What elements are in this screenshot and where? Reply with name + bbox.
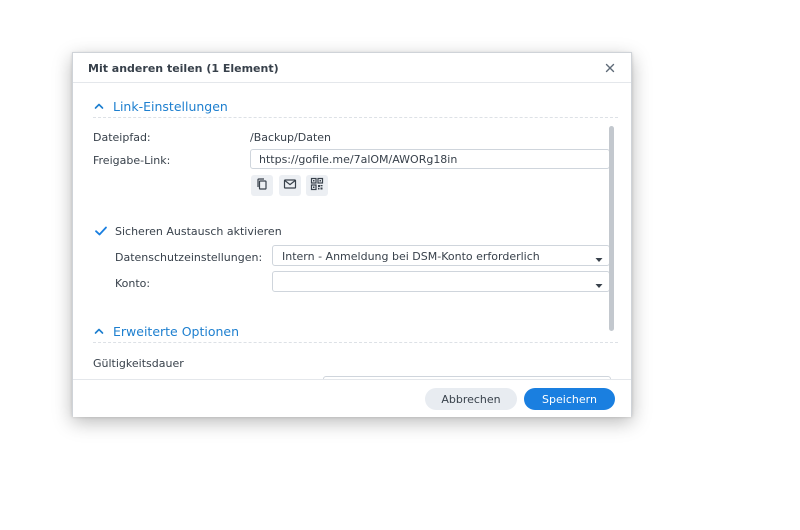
dialog-footer: Abbrechen Speichern [73,379,631,417]
chevron-up-icon [93,325,105,337]
copy-icon [255,177,269,194]
account-label: Konto: [115,277,151,290]
secure-sharing-checkbox[interactable] [94,224,108,238]
secure-sharing-label: Sicheren Austausch aktivieren [115,225,282,238]
share-link-label: Freigabe-Link: [93,154,171,167]
email-link-button[interactable] [279,175,301,196]
privacy-settings-label: Datenschutzeinstellungen: [115,251,263,264]
chevron-up-icon [93,100,105,112]
dialog-titlebar: Mit anderen teilen (1 Element) [73,53,631,83]
qr-code-icon [310,177,324,194]
copy-link-button[interactable] [251,175,273,196]
dialog-title: Mit anderen teilen (1 Element) [88,62,279,75]
scrollbar-thumb[interactable] [609,126,614,331]
dialog-content: Link-Einstellungen Dateipfad: /Backup/Da… [73,84,631,379]
chevron-down-icon [595,279,603,288]
scrollbar[interactable] [609,126,615,331]
privacy-settings-select[interactable]: Intern - Anmeldung bei DSM-Konto erforde… [272,245,610,266]
close-icon[interactable] [603,61,617,75]
section-divider [93,342,618,343]
share-dialog: Mit anderen teilen (1 Element) Link-Eins… [72,52,632,417]
file-path-value: /Backup/Daten [250,131,331,144]
qr-code-button[interactable] [306,175,328,196]
mail-icon [283,177,297,194]
cancel-button[interactable]: Abbrechen [425,388,517,410]
section-link-settings-title: Link-Einstellungen [113,98,228,114]
validity-label: Gültigkeitsdauer [93,357,184,370]
account-select[interactable] [272,271,610,292]
section-advanced-options-title: Erweiterte Optionen [113,323,240,339]
section-link-settings[interactable]: Link-Einstellungen [93,98,228,114]
section-divider [93,117,618,118]
chevron-down-icon [595,253,603,262]
privacy-settings-value: Intern - Anmeldung bei DSM-Konto erforde… [282,250,540,263]
share-link-field[interactable] [250,149,610,169]
file-path-label: Dateipfad: [93,131,151,144]
save-button[interactable]: Speichern [524,388,615,410]
section-advanced-options[interactable]: Erweiterte Optionen [93,323,239,339]
